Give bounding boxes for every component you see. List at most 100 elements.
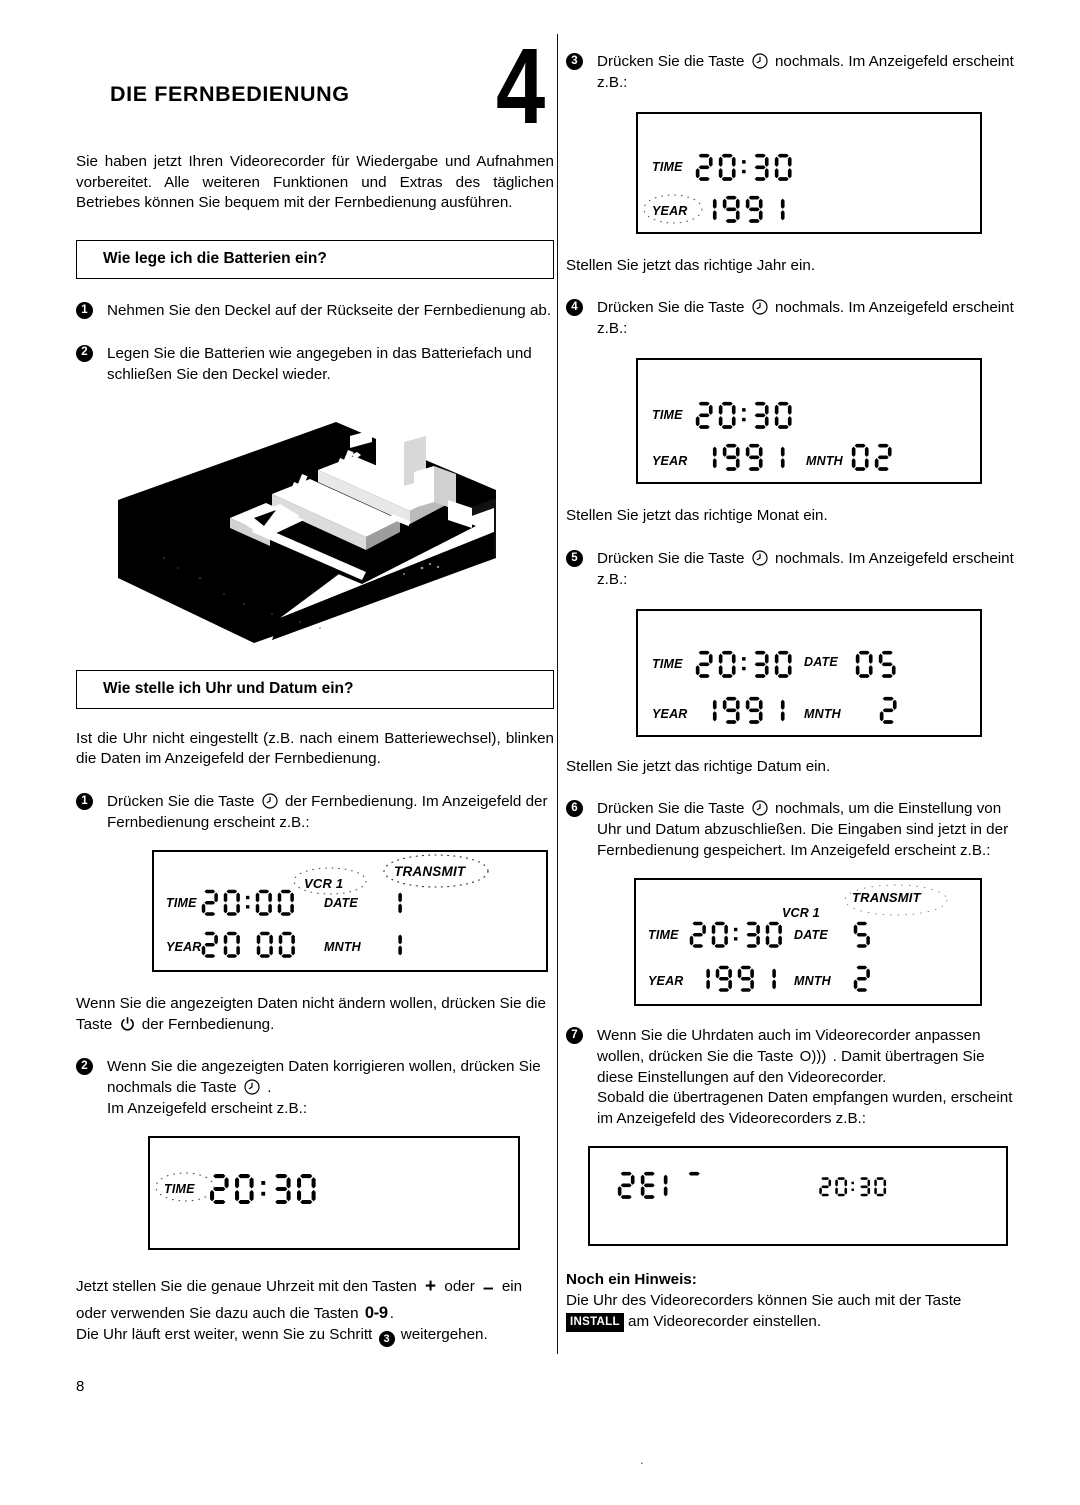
seven-segment-digit — [766, 442, 786, 473]
seven-segment-digit — [276, 888, 296, 918]
clock-button-icon — [262, 793, 278, 809]
lcd-display-complete: TIME YEAR DATE MNTH VCR 1 TRANSMIT — [634, 877, 982, 1006]
lcd-value-mnth — [384, 930, 404, 960]
plus-key-glyph: + — [425, 1275, 437, 1297]
seven-segment-digit — [742, 920, 762, 950]
lcd-label-year: YEAR — [652, 454, 688, 469]
note-part-b: am Videorecorder einstellen. — [628, 1312, 822, 1330]
step-bullet: 7 — [566, 1026, 583, 1044]
seven-segment-digit — [244, 888, 251, 914]
lcd-label-date: DATE — [324, 895, 358, 910]
footer-oder-1: oder — [444, 1277, 475, 1295]
lcd-value-time — [688, 920, 783, 950]
step-bullet: 4 — [566, 299, 583, 317]
after-step5-paragraph: Stellen Sie jetzt das richtige Datum ein… — [566, 757, 831, 775]
lcd-display-date: TIME YEAR DATE MNTH — [636, 608, 982, 737]
section-heading-clock: Wie stelle ich Uhr und Datum ein? — [76, 669, 554, 709]
seven-segment-digit — [766, 194, 786, 225]
page-title: DIE FERNBEDIENUNG — [110, 82, 350, 106]
clock-intro-paragraph: Ist die Uhr nicht eingestellt (z.B. nach… — [76, 729, 554, 768]
seven-segment-digit — [200, 930, 220, 960]
step-6: 6 Drücken Sie die Taste nochmals, um die… — [566, 799, 1021, 861]
clock-button-icon — [752, 800, 768, 817]
seven-segment-digit — [857, 1176, 871, 1198]
lcd-label-date: DATE — [794, 927, 828, 942]
lcd-display-initial: TIME YEAR DATE MNTH VCR 1 TRANSMIT — [152, 849, 548, 972]
step-1-batteries: 1 Nehmen Sie den Deckel auf der Rückseit… — [76, 301, 554, 322]
seven-segment-digit — [750, 649, 770, 680]
column-divider — [557, 34, 558, 1354]
step-4: 4 Drücken Sie die Taste nochmals. Im Anz… — [566, 298, 1021, 340]
seven-segment-digit — [694, 152, 714, 183]
lcd-label-time: TIME — [164, 1181, 195, 1196]
left-column: DIE FERNBEDIENUNG 4 Sie haben jetzt Ihre… — [76, 31, 554, 1348]
seven-segment-digit — [758, 964, 778, 994]
seven-segment-digit — [744, 442, 764, 473]
seven-segment-digit — [277, 930, 297, 960]
step-text-part-c: Im Anzeigefeld erscheint z.B.: — [107, 1100, 308, 1118]
after-step3-paragraph: Stellen Sie jetzt das richtige Jahr ein. — [566, 256, 816, 274]
step-bullet: 5 — [566, 549, 583, 567]
step-3: 3 Drücken Sie die Taste nochmals. Im Anz… — [566, 52, 1021, 94]
page-number: 8 — [76, 1378, 85, 1395]
seven-segment-digit — [766, 695, 786, 726]
lcd-value-time — [208, 1172, 318, 1206]
lcd-indicator-vcr1: VCR 1 — [782, 905, 820, 920]
seven-segment-digit — [854, 649, 874, 680]
seven-segment-digit — [688, 920, 708, 950]
seven-segment-digit — [744, 194, 764, 225]
seven-segment-digit — [740, 152, 748, 179]
footer-part-c: . — [389, 1304, 394, 1322]
footer-part-a: Jetzt stellen Sie die genaue Uhrzeit mit… — [76, 1277, 417, 1295]
footer-mark: . — [640, 1452, 644, 1467]
seven-segment-digit — [662, 1170, 682, 1201]
seven-segment-digit — [850, 442, 870, 473]
seven-segment-digit — [208, 1172, 231, 1206]
seven-segment-digit — [694, 649, 714, 680]
lcd-value-mnth — [852, 964, 872, 994]
seven-segment-digit — [616, 1170, 636, 1201]
lcd-value-mnth — [878, 695, 898, 726]
seven-segment-digit — [773, 649, 793, 680]
lcd-value-date — [854, 649, 897, 680]
lcd-label-mnth: MNTH — [806, 454, 843, 469]
lcd-value-mnth — [850, 442, 893, 473]
seven-segment-digit — [750, 152, 770, 183]
lcd-label-time: TIME — [652, 159, 683, 174]
seven-segment-digit — [692, 964, 712, 994]
step-7: 7 Wenn Sie die Uhrdaten auch im Videorec… — [566, 1026, 1021, 1130]
step-text-part-a: Drücken Sie die Taste — [597, 549, 745, 567]
step-text: Nehmen Sie den Deckel auf der Rückseite … — [107, 302, 552, 320]
note-body: Die Uhr des Videorecorders können Sie au… — [566, 1291, 1021, 1333]
lcd-label-time: TIME — [652, 656, 683, 671]
number-keys-glyph: 0-9 — [364, 1303, 388, 1322]
note-block: Noch ein Hinweis: Die Uhr des Videorecor… — [566, 1270, 1021, 1333]
lcd-label-mnth: MNTH — [804, 706, 841, 721]
section-heading-batteries: Wie lege ich die Batterien ein? — [76, 240, 554, 280]
lcd-value-zeit-time — [818, 1176, 888, 1198]
seven-segment-digit — [717, 649, 737, 680]
lcd-label-year: YEAR — [652, 203, 688, 218]
transmit-button-glyph: O))) — [799, 1047, 827, 1065]
step-text-part-b: . — [267, 1079, 272, 1097]
lcd-value-date — [384, 888, 404, 918]
seven-segment-digit — [750, 400, 770, 431]
lcd-label-mnth: MNTH — [794, 973, 831, 988]
seven-segment-digit — [244, 930, 253, 956]
step-bullet: 6 — [566, 800, 583, 818]
seven-segment-digit — [259, 1172, 268, 1202]
manual-page: DIE FERNBEDIENUNG 4 Sie haben jetzt Ihre… — [0, 0, 1080, 1505]
seven-segment-digit — [877, 649, 897, 680]
seven-segment-digit — [740, 649, 748, 676]
seven-segment-digit — [295, 1172, 318, 1206]
lcd-value-time — [694, 400, 793, 431]
footer-paragraph: Jetzt stellen Sie die genaue Uhrzeit mit… — [76, 1274, 554, 1348]
seven-segment-digit — [698, 442, 718, 473]
seven-segment-digit — [773, 400, 793, 431]
clock-button-icon — [244, 1079, 260, 1095]
seven-segment-digit — [639, 1170, 659, 1201]
lcd-label-year: YEAR — [166, 939, 202, 954]
seven-segment-digit — [873, 1176, 887, 1198]
step-bullet: 3 — [566, 53, 583, 70]
lcd-label-time: TIME — [648, 927, 679, 942]
